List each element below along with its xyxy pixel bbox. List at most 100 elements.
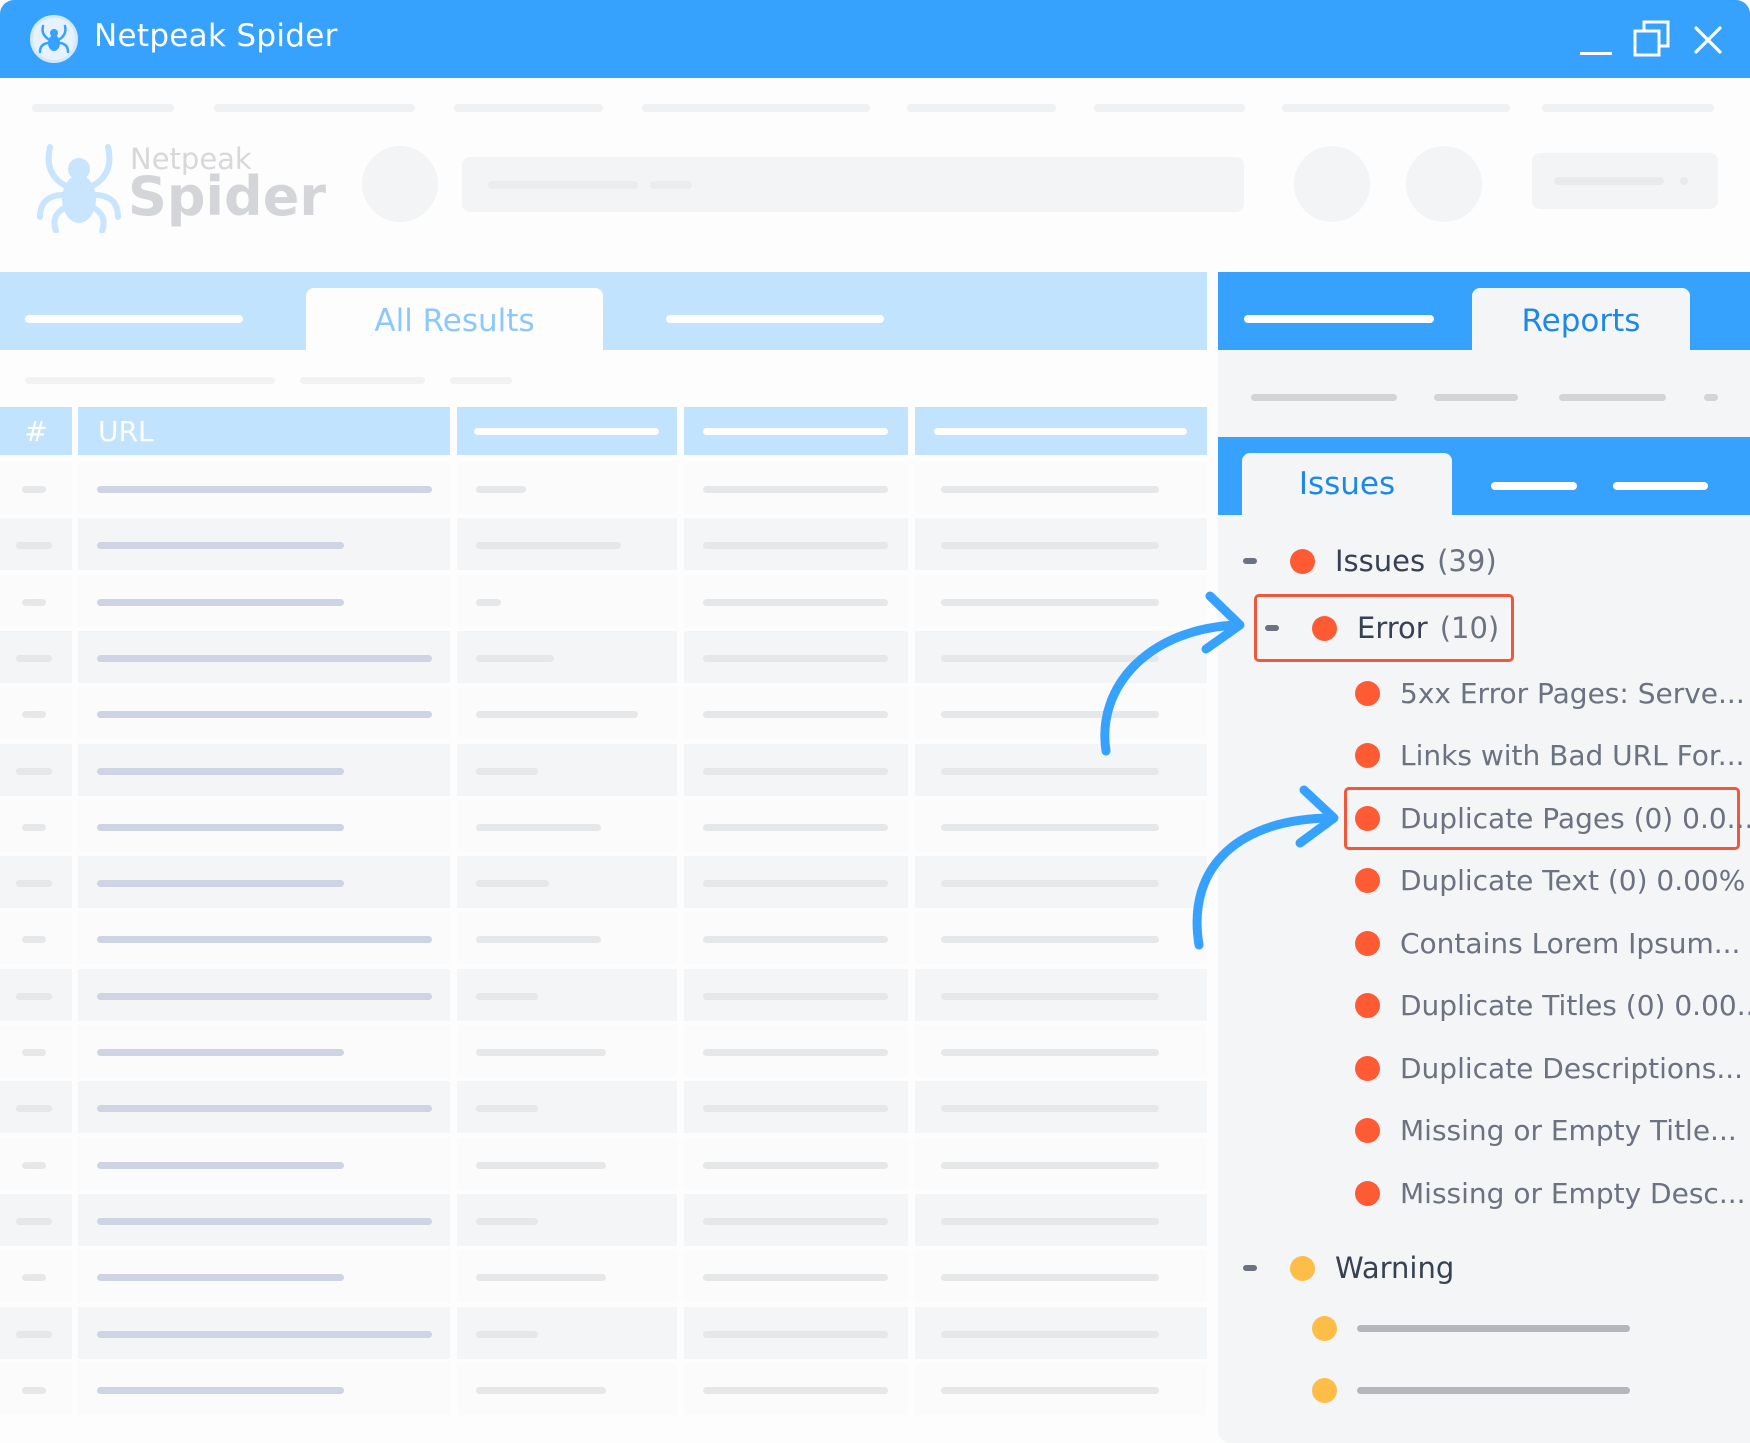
- table-row[interactable]: [0, 460, 1207, 516]
- collapse-icon[interactable]: [1243, 1265, 1257, 1271]
- tree-node-error[interactable]: Error (10): [1265, 608, 1499, 648]
- window-title: Netpeak Spider: [94, 18, 338, 54]
- menu-item[interactable]: [907, 104, 1056, 112]
- cell-placeholder: [703, 598, 888, 606]
- table-row[interactable]: [0, 1192, 1207, 1248]
- menu-item[interactable]: [454, 104, 603, 112]
- menu-item[interactable]: [1542, 104, 1714, 112]
- table-cell: [684, 1137, 908, 1190]
- tab-placeholder[interactable]: [666, 315, 884, 323]
- table-row[interactable]: [0, 685, 1207, 741]
- table-row[interactable]: [0, 967, 1207, 1023]
- menu-item[interactable]: [214, 104, 415, 112]
- table-cell: [0, 574, 72, 627]
- tree-leaf-error[interactable]: Duplicate Titles (0) 0.00...: [1355, 986, 1750, 1026]
- cell-placeholder: [476, 654, 554, 662]
- cell-placeholder: [16, 1330, 52, 1338]
- cell-placeholder: [941, 542, 1159, 550]
- minimize-button[interactable]: [1578, 18, 1622, 62]
- cell-placeholder: [703, 542, 888, 550]
- tree-leaf-error[interactable]: Links with Bad URL For...: [1355, 736, 1745, 776]
- cell-placeholder: [16, 992, 52, 1000]
- table-row[interactable]: [0, 1023, 1207, 1079]
- table-cell: [78, 799, 450, 852]
- toolbar-placeholder: [1704, 394, 1718, 401]
- table-row[interactable]: [0, 629, 1207, 685]
- warning-status-icon: [1312, 1315, 1337, 1341]
- toolbar-button[interactable]: [1406, 146, 1482, 222]
- tree-leaf-label: Duplicate Descriptions...: [1400, 1051, 1744, 1085]
- cell-placeholder: [476, 711, 638, 719]
- table-row[interactable]: [0, 516, 1207, 572]
- menu-item[interactable]: [642, 104, 870, 112]
- column-header[interactable]: [684, 407, 908, 455]
- tree-leaf-error[interactable]: Duplicate Pages (0) 0.0...: [1355, 798, 1750, 838]
- toolbar-button[interactable]: [1294, 146, 1370, 222]
- cell-placeholder: [97, 598, 344, 606]
- table-row[interactable]: [0, 1361, 1207, 1417]
- table-cell: [684, 518, 908, 571]
- toolbar-placeholder: [1559, 394, 1666, 401]
- restore-icon: [1633, 20, 1670, 57]
- tree-leaf-error[interactable]: Duplicate Text (0) 0.00%: [1355, 861, 1745, 901]
- tab-placeholder[interactable]: [1613, 482, 1708, 490]
- cell-placeholder: [97, 1330, 432, 1338]
- tab-issues[interactable]: Issues: [1242, 453, 1452, 515]
- url-input[interactable]: [462, 157, 1244, 212]
- tree-leaf-error[interactable]: 5xx Error Pages: Serve...: [1355, 673, 1745, 713]
- column-header[interactable]: [915, 407, 1207, 455]
- tab-placeholder[interactable]: [1244, 315, 1434, 323]
- table-row[interactable]: [0, 742, 1207, 798]
- table-cell: [684, 1081, 908, 1134]
- tree-leaf-warning[interactable]: [1312, 1308, 1630, 1348]
- menu-item[interactable]: [1282, 104, 1510, 112]
- table-cell: [684, 1306, 908, 1359]
- tree-leaf-error[interactable]: Contains Lorem Ipsum...: [1355, 923, 1740, 963]
- collapse-icon[interactable]: [1265, 625, 1279, 631]
- tab-placeholder[interactable]: [25, 315, 243, 323]
- tree-leaf-error[interactable]: Missing or Empty Desc...: [1355, 1173, 1746, 1213]
- table-cell: [0, 912, 72, 965]
- column-header-number[interactable]: #: [0, 407, 72, 455]
- close-button[interactable]: [1686, 18, 1730, 62]
- table-row[interactable]: [0, 798, 1207, 854]
- table-row[interactable]: [0, 1136, 1207, 1192]
- table-cell: [684, 743, 908, 796]
- table-cell: [684, 687, 908, 740]
- tree-node-issues[interactable]: Issues (39): [1243, 541, 1497, 581]
- table-cell: [915, 574, 1207, 627]
- cell-placeholder: [22, 1049, 46, 1056]
- table-cell: [78, 1250, 450, 1303]
- tree-leaf-error[interactable]: Duplicate Descriptions...: [1355, 1048, 1743, 1088]
- table-row[interactable]: [0, 854, 1207, 910]
- column-header[interactable]: [457, 407, 677, 455]
- cell-placeholder: [22, 1161, 46, 1169]
- tree-node-warning[interactable]: Warning: [1243, 1248, 1454, 1288]
- tree-leaf-warning[interactable]: [1312, 1370, 1630, 1410]
- table-cell: [78, 1081, 450, 1134]
- table-cell: [915, 856, 1207, 909]
- cell-placeholder: [703, 992, 888, 1000]
- tab-placeholder[interactable]: [1491, 482, 1577, 490]
- start-button[interactable]: [1532, 153, 1718, 209]
- table-cell: [0, 799, 72, 852]
- menu-item[interactable]: [1094, 104, 1245, 112]
- cell-placeholder: [703, 767, 888, 775]
- table-cell: [78, 574, 450, 627]
- restore-button[interactable]: [1632, 18, 1676, 62]
- brand-logo: Netpeak Spider: [30, 135, 330, 235]
- cell-placeholder: [97, 1386, 344, 1394]
- table-row[interactable]: [0, 910, 1207, 966]
- tab-reports[interactable]: Reports: [1472, 288, 1690, 350]
- table-row[interactable]: [0, 1248, 1207, 1304]
- table-row[interactable]: [0, 573, 1207, 629]
- table-row[interactable]: [0, 1079, 1207, 1135]
- tab-all-results[interactable]: All Results: [306, 288, 603, 350]
- table-row[interactable]: [0, 1305, 1207, 1361]
- cell-placeholder: [941, 598, 1159, 606]
- menu-item[interactable]: [32, 104, 174, 112]
- tree-leaf-error[interactable]: Missing or Empty Title...: [1355, 1111, 1737, 1151]
- toolbar-button[interactable]: [362, 146, 438, 222]
- collapse-icon[interactable]: [1243, 558, 1257, 564]
- column-header-url[interactable]: URL: [78, 407, 450, 455]
